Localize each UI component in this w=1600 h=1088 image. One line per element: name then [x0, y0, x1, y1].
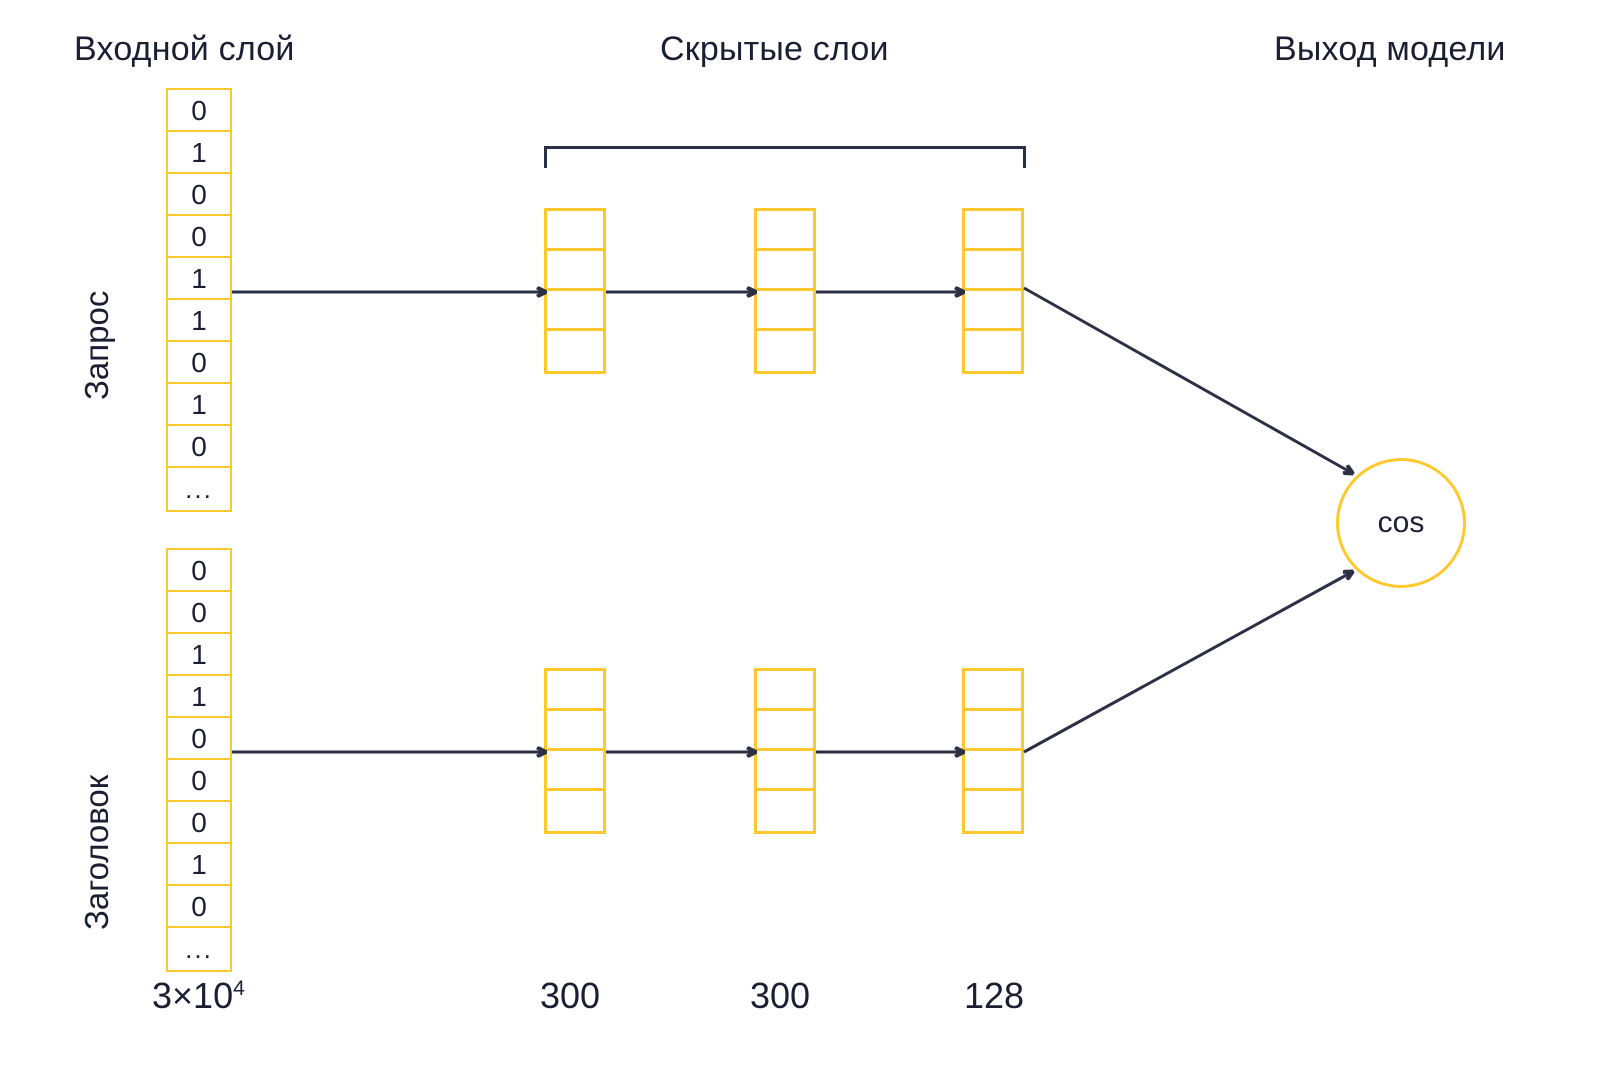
vector-cell: 0	[168, 342, 230, 384]
hidden-cell	[965, 671, 1021, 711]
vector-cell: 0	[168, 90, 230, 132]
column-header-output: Выход модели	[1274, 30, 1506, 68]
dimension-label-input: 3×104	[152, 975, 245, 1017]
hidden-cell	[547, 331, 603, 371]
vector-cell: 0	[168, 174, 230, 216]
hidden-cell	[547, 711, 603, 751]
hidden-layers-bracket	[544, 146, 1026, 168]
hidden-layer-title-1	[544, 668, 606, 834]
hidden-cell	[965, 211, 1021, 251]
output-node-label: cos	[1377, 506, 1425, 539]
hidden-cell	[547, 671, 603, 711]
hidden-cell	[547, 251, 603, 291]
output-node-cos: cos	[1336, 458, 1466, 588]
vector-cell: 0	[168, 802, 230, 844]
hidden-layer-query-2	[754, 208, 816, 374]
vector-cell-ellipsis: ...	[185, 934, 213, 964]
vector-cell: 1	[168, 300, 230, 342]
hidden-layer-title-2	[754, 668, 816, 834]
vector-cell: 0	[168, 718, 230, 760]
hidden-cell	[965, 711, 1021, 751]
hidden-cell	[547, 291, 603, 331]
side-label-title: Заголовок	[78, 774, 115, 930]
hidden-cell	[757, 251, 813, 291]
hidden-cell	[757, 791, 813, 831]
hidden-cell	[965, 791, 1021, 831]
column-header-hidden: Скрытые слои	[660, 30, 889, 68]
hidden-cell	[965, 751, 1021, 791]
vector-cell: 0	[168, 550, 230, 592]
diagram-canvas: Входной слой Скрытые слои Выход модели З…	[0, 0, 1600, 1088]
hidden-layer-query-1	[544, 208, 606, 374]
vector-cell: 1	[168, 258, 230, 300]
hidden-cell	[757, 671, 813, 711]
vector-cell: 0	[168, 886, 230, 928]
column-header-input: Входной слой	[74, 30, 295, 68]
vector-cell-ellipsis: ...	[185, 474, 213, 504]
dimension-label-hidden-2: 300	[750, 975, 811, 1016]
input-vector-title: 0 0 1 1 0 0 0 1 0 ...	[166, 548, 232, 972]
hidden-cell	[757, 211, 813, 251]
vector-cell: 0	[168, 760, 230, 802]
dimension-label-input-base: 3×10	[152, 975, 234, 1016]
hidden-cell	[547, 791, 603, 831]
input-vector-query: 0 1 0 0 1 1 0 1 0 ...	[166, 88, 232, 512]
hidden-layer-title-3	[962, 668, 1024, 834]
hidden-cell	[965, 291, 1021, 331]
vector-cell: 0	[168, 592, 230, 634]
arrow-query-hidden3-to-cos	[1023, 286, 1352, 473]
hidden-cell	[547, 211, 603, 251]
vector-cell: 1	[168, 634, 230, 676]
vector-cell: 0	[168, 426, 230, 468]
vector-cell: 0	[168, 216, 230, 258]
side-label-query: Запрос	[78, 290, 115, 400]
vector-cell: 1	[168, 844, 230, 886]
dimension-label-input-exponent: 4	[233, 977, 245, 1000]
hidden-cell	[547, 751, 603, 791]
hidden-cell	[965, 251, 1021, 291]
vector-cell: 1	[168, 384, 230, 426]
hidden-layer-query-3	[962, 208, 1024, 374]
hidden-cell	[757, 711, 813, 751]
hidden-cell	[757, 331, 813, 371]
vector-cell: 1	[168, 676, 230, 718]
dimension-label-hidden-3: 128	[964, 975, 1025, 1016]
hidden-cell	[757, 751, 813, 791]
hidden-cell	[965, 331, 1021, 371]
vector-cell: 1	[168, 132, 230, 174]
dimension-label-hidden-1: 300	[540, 975, 601, 1016]
hidden-cell	[757, 291, 813, 331]
arrow-title-hidden3-to-cos	[1023, 572, 1352, 754]
